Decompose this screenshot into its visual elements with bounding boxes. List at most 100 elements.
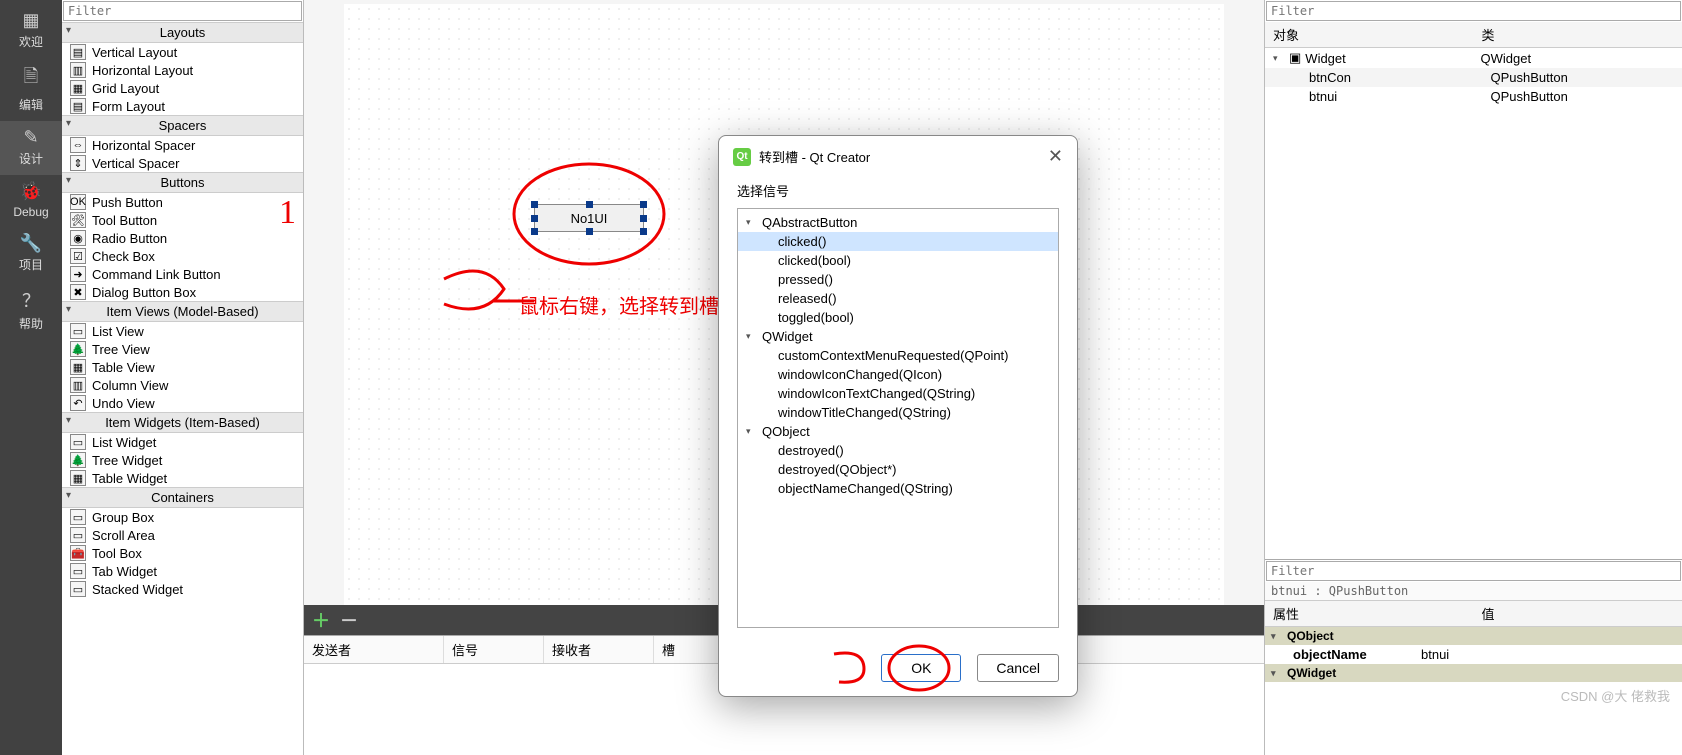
widget-icon: ▭	[70, 323, 86, 339]
object-row[interactable]: btnuiQPushButton	[1265, 87, 1682, 106]
mode-label: 设计	[19, 152, 43, 166]
widget-item[interactable]: ⇕Vertical Spacer	[62, 154, 303, 172]
widget-item[interactable]: ◉ Radio Button	[62, 229, 303, 247]
widget-label: Undo View	[92, 396, 155, 411]
widget-item[interactable]: ▦Grid Layout	[62, 79, 303, 97]
category-header[interactable]: ▾Buttons	[62, 172, 303, 193]
widget-item[interactable]: ➜Command Link Button	[62, 265, 303, 283]
widget-item[interactable]: ▭Tab Widget	[62, 562, 303, 580]
signal-category[interactable]: ▾QObject	[738, 422, 1058, 441]
signal-item[interactable]: objectNameChanged(QString)	[738, 479, 1058, 498]
signal-item[interactable]: windowIconChanged(QIcon)	[738, 365, 1058, 384]
widget-item[interactable]: ✖Dialog Button Box	[62, 283, 303, 301]
widget-label: List View	[92, 324, 144, 339]
objinsp-col: 类	[1474, 22, 1682, 47]
widget-label: Tab Widget	[92, 564, 157, 579]
chevron-down-icon: ▾	[66, 304, 71, 315]
remove-icon[interactable]: －	[340, 607, 358, 633]
widget-item[interactable]: OKPush Button	[62, 193, 303, 211]
prop-col: 值	[1474, 601, 1682, 626]
widget-item[interactable]: ▥Horizontal Layout	[62, 61, 303, 79]
mode-编辑[interactable]: 🗎编辑	[0, 58, 62, 121]
widget-icon: ▥	[70, 62, 86, 78]
mode-label: 帮助	[19, 317, 43, 331]
sigtable-col: 接收者	[544, 636, 654, 663]
widget-box-panel: ▾Layouts▤Vertical Layout▥Horizontal Layo…	[62, 0, 304, 755]
widget-icon: ⇔	[70, 137, 86, 153]
add-icon[interactable]: ＋	[312, 607, 330, 633]
mode-设计[interactable]: ✎ 设计	[0, 121, 62, 175]
cancel-button[interactable]: Cancel	[977, 654, 1059, 682]
widget-item[interactable]: ▦Table Widget	[62, 469, 303, 487]
object-row[interactable]: btnConQPushButton	[1265, 68, 1682, 87]
ok-button[interactable]: OK	[881, 654, 961, 682]
widget-item[interactable]: ▤Form Layout	[62, 97, 303, 115]
property-editor: btnui : QPushButton 属性值 ▾QObjectobjectNa…	[1265, 560, 1682, 755]
prop-group[interactable]: ▾QWidget	[1265, 664, 1682, 682]
widget-item[interactable]: ▦Table View	[62, 358, 303, 376]
property-filter-input[interactable]	[1266, 561, 1681, 581]
prop-value[interactable]: btnui	[1415, 647, 1682, 662]
widget-item[interactable]: ▭ List View	[62, 322, 303, 340]
widget-label: Radio Button	[92, 231, 167, 246]
category-header[interactable]: ▾Item Widgets (Item-Based)	[62, 412, 303, 433]
mode-icon: ✎	[0, 127, 62, 148]
signal-item[interactable]: windowIconTextChanged(QString)	[738, 384, 1058, 403]
widget-item[interactable]: ☑Check Box	[62, 247, 303, 265]
widgetbox-filter-input[interactable]	[63, 1, 302, 21]
widget-item[interactable]: ▭Group Box	[62, 508, 303, 526]
signal-category[interactable]: ▾QWidget	[738, 327, 1058, 346]
signal-item[interactable]: clicked()	[738, 232, 1058, 251]
signal-item[interactable]: destroyed(QObject*)	[738, 460, 1058, 479]
category-header[interactable]: ▾Spacers	[62, 115, 303, 136]
signal-item[interactable]: windowTitleChanged(QString)	[738, 403, 1058, 422]
mode-Debug[interactable]: 🐞Debug	[0, 175, 62, 227]
watermark: CSDN @大 佬救我	[1561, 686, 1670, 705]
signal-item[interactable]: pressed()	[738, 270, 1058, 289]
widget-label: Dialog Button Box	[92, 285, 196, 300]
widget-icon: ▦	[70, 359, 86, 375]
widget-icon: ↶	[70, 395, 86, 411]
signal-item[interactable]: toggled(bool)	[738, 308, 1058, 327]
designed-pushbutton[interactable]: No1UI	[534, 204, 644, 232]
close-icon[interactable]: ✕	[1048, 146, 1063, 167]
widget-item[interactable]: ▤Vertical Layout	[62, 43, 303, 61]
objinsp-col: 对象	[1265, 22, 1474, 47]
category-header[interactable]: ▾Containers	[62, 487, 303, 508]
widget-item[interactable]: ▭Stacked Widget	[62, 580, 303, 598]
signal-item[interactable]: released()	[738, 289, 1058, 308]
object-row[interactable]: ▾▣WidgetQWidget	[1265, 48, 1682, 68]
widget-item[interactable]: 🌲Tree View	[62, 340, 303, 358]
widget-item[interactable]: ▭Scroll Area	[62, 526, 303, 544]
widget-item[interactable]: ▥Column View	[62, 376, 303, 394]
signal-item[interactable]: clicked(bool)	[738, 251, 1058, 270]
object-name: btnCon	[1309, 70, 1351, 85]
mode-帮助[interactable]: ？帮助	[0, 281, 62, 340]
signal-tree[interactable]: ▾QAbstractButtonclicked()clicked(bool)pr…	[737, 208, 1059, 628]
category-header[interactable]: ▾Item Views (Model-Based)	[62, 301, 303, 322]
widget-item[interactable]: 🌲Tree Widget	[62, 451, 303, 469]
widget-icon: 🧰	[70, 545, 86, 561]
chevron-down-icon: ▾	[1271, 668, 1283, 679]
signal-item[interactable]: destroyed()	[738, 441, 1058, 460]
mode-label: 欢迎	[19, 35, 43, 49]
signal-category[interactable]: ▾QAbstractButton	[738, 213, 1058, 232]
widget-item[interactable]: ▭List Widget	[62, 433, 303, 451]
property-context: btnui : QPushButton	[1265, 582, 1682, 601]
widget-item[interactable]: 🧰Tool Box	[62, 544, 303, 562]
widget-item[interactable]: ↶ Undo View	[62, 394, 303, 412]
category-header[interactable]: ▾Layouts	[62, 22, 303, 43]
widget-label: Stacked Widget	[92, 582, 183, 597]
widget-item[interactable]: 🛠Tool Button	[62, 211, 303, 229]
mode-项目[interactable]: 🔧项目	[0, 227, 62, 281]
widget-label: Table Widget	[92, 471, 167, 486]
widget-item[interactable]: ⇔Horizontal Spacer	[62, 136, 303, 154]
designed-pushbutton-text: No1UI	[571, 211, 608, 226]
objectinspector-filter-input[interactable]	[1266, 1, 1681, 21]
mode-欢迎[interactable]: ▦欢迎	[0, 4, 62, 58]
prop-group[interactable]: ▾QObject	[1265, 627, 1682, 645]
prop-row[interactable]: objectNamebtnui	[1265, 645, 1682, 664]
sigtable-col: 信号	[444, 636, 544, 663]
widget-icon: ◉	[70, 230, 86, 246]
signal-item[interactable]: customContextMenuRequested(QPoint)	[738, 346, 1058, 365]
